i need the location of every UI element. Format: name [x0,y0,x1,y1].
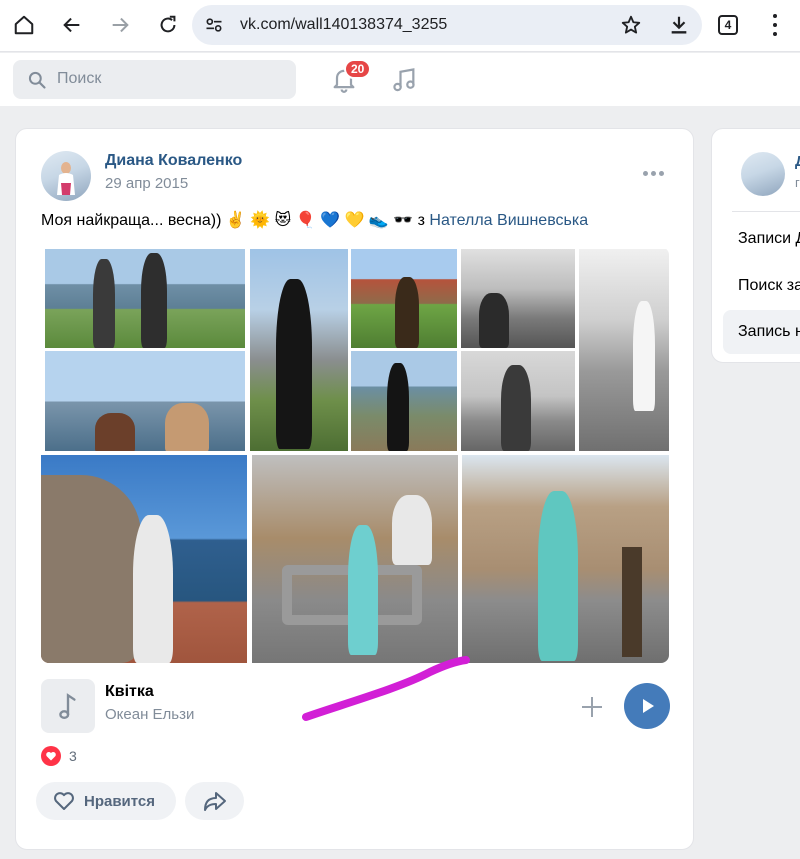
post-with-word: з [417,212,425,229]
photo-11[interactable] [462,455,669,663]
forward-arrow-icon[interactable] [105,10,135,40]
like-button-label: Нравится [84,792,156,810]
photo-1[interactable] [45,249,245,348]
play-icon [643,699,654,713]
photo-8[interactable] [579,249,669,451]
reload-icon[interactable] [153,10,183,40]
browser-menu-icon[interactable] [770,12,780,38]
bookmark-star-icon[interactable] [620,14,642,41]
play-button[interactable] [624,683,670,729]
likes-count: 3 [69,748,77,764]
home-icon[interactable] [9,10,39,40]
share-arrow-icon [203,792,226,811]
wall-post: Диана Коваленко 29 апр 2015 Моя найкраща… [15,128,694,850]
tab-switcher-button[interactable]: 4 [718,15,738,35]
photo-6[interactable] [461,249,575,348]
tagged-person-link[interactable]: Нателла Вишневська [429,212,588,229]
search-icon [27,70,47,95]
sidebar-divider [732,211,800,212]
sidebar-item-post[interactable]: Запись н [738,323,800,341]
audio-title[interactable]: Квітка [105,683,154,701]
photo-10[interactable] [252,455,458,663]
sidebar-item-posts[interactable]: Записи Д [738,230,800,248]
author-avatar[interactable] [41,151,91,201]
photo-9[interactable] [41,455,247,663]
site-settings-icon[interactable] [204,15,224,40]
add-audio-icon[interactable] [580,695,604,724]
music-icon[interactable] [390,66,418,99]
url-text[interactable]: vk.com/wall140138374_3255 [240,16,447,34]
photo-7[interactable] [461,351,575,451]
address-bar[interactable]: vk.com/wall140138374_3255 [192,5,702,45]
sidebar-avatar[interactable] [741,152,785,196]
audio-cover[interactable] [41,679,95,733]
share-button[interactable] [185,782,244,820]
photo-3[interactable] [250,249,348,451]
post-text: Моя найкраща... весна)) ✌️ 🌞 😻 🎈 💙 💛 👟 🕶… [41,210,588,230]
likes-summary[interactable]: 3 [41,746,77,766]
search-input[interactable]: Поиск [13,60,296,99]
post-emojis: ✌️ 🌞 😻 🎈 💙 💛 👟 🕶️ [225,212,414,229]
back-arrow-icon[interactable] [57,10,87,40]
vk-header: Поиск 20 [0,53,800,106]
download-icon[interactable] [668,14,690,41]
sidebar-card: Д г Записи Д Поиск за Запись н [711,128,800,363]
search-placeholder: Поиск [57,70,102,87]
notifications-badge: 20 [344,59,372,79]
post-date[interactable]: 29 апр 2015 [105,175,188,192]
photo-5[interactable] [351,351,457,451]
sidebar-name[interactable]: Д [795,153,800,170]
heart-reaction-icon [41,746,61,766]
post-author-name[interactable]: Диана Коваленко [105,152,242,170]
photo-4[interactable] [351,249,457,348]
sidebar-subtitle: г [795,175,800,190]
heart-outline-icon [54,792,74,810]
post-more-icon[interactable] [643,171,664,176]
photo-2[interactable] [45,351,245,451]
post-text-body: Моя найкраща... весна)) [41,212,222,229]
browser-toolbar: vk.com/wall140138374_3255 4 [0,0,800,52]
photo-gallery [41,247,669,663]
audio-artist[interactable]: Океан Ельзи [105,706,194,723]
like-button[interactable]: Нравится [36,782,176,820]
sidebar-item-search[interactable]: Поиск за [738,277,800,295]
